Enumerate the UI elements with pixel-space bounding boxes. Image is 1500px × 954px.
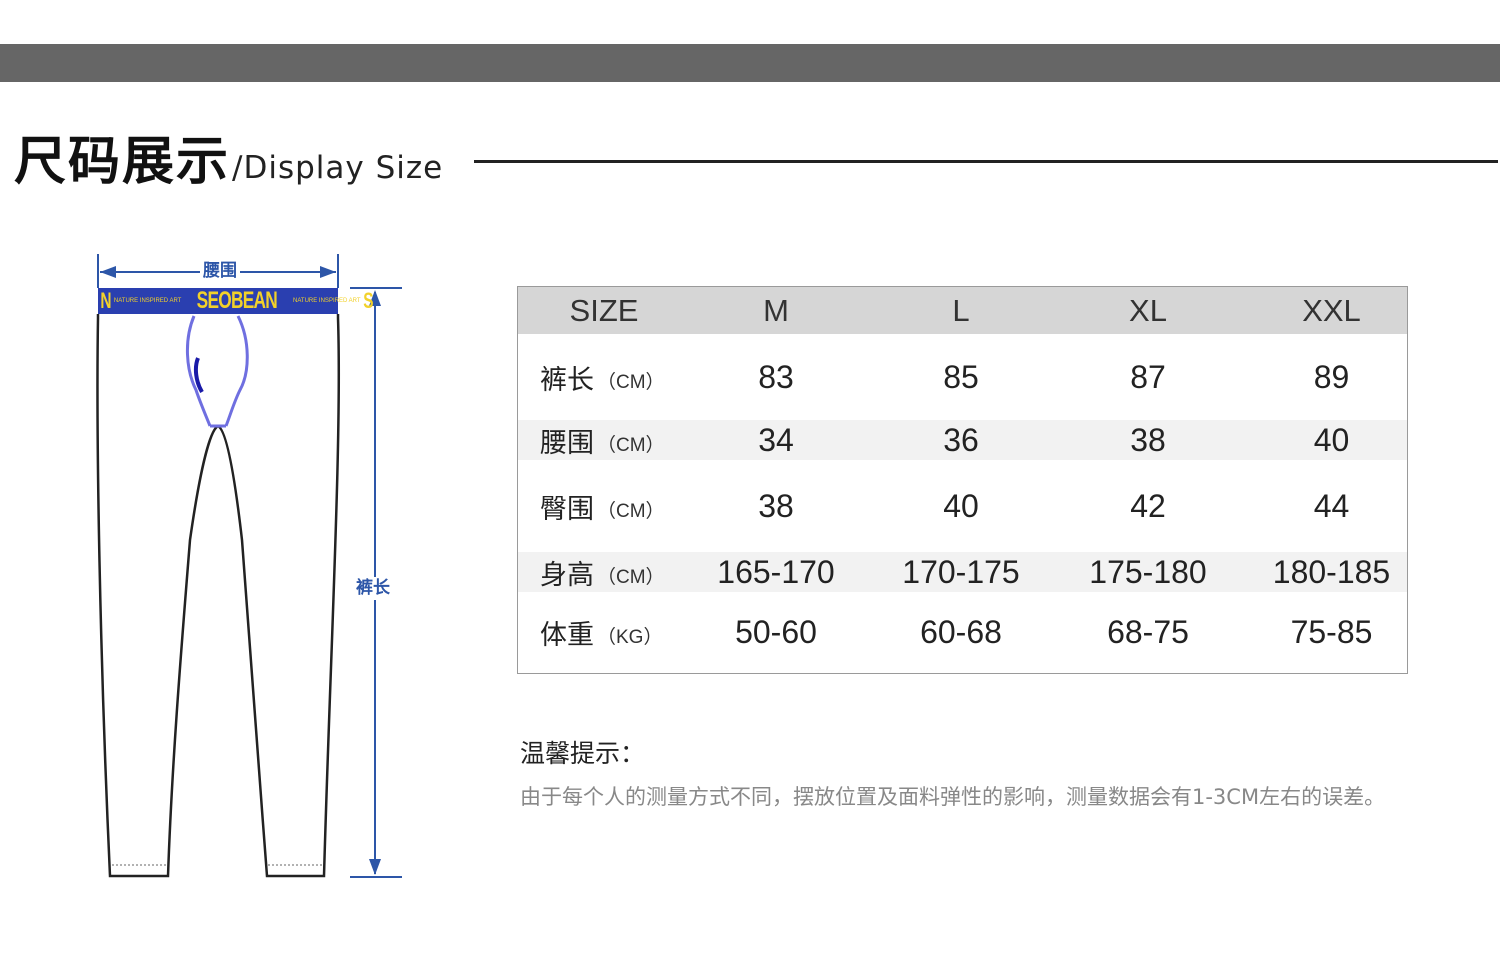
header-cell: L (952, 292, 970, 328)
waistband-tagline-left: NATURE INSPIRED ART (113, 298, 182, 304)
table-cell: 75-85 (1290, 614, 1373, 650)
table-cell: 34 (758, 421, 794, 458)
table-row: 腰围 （CM） 34 36 38 40 (518, 420, 1407, 460)
pants-illustration (96, 254, 402, 878)
row-label: 身高 （CM） (540, 559, 665, 591)
title-chinese: 尺码展示 (14, 132, 231, 192)
header-cell: M (763, 292, 789, 328)
table-cell: 170-175 (902, 553, 1020, 590)
waistband-brand: SEOBEAN (196, 287, 278, 314)
size-chart-table: SIZE M L XL XXL 裤长 （CM） 83 85 87 89 腰围 （CM… (517, 286, 1408, 674)
header-cell: SIZE (569, 292, 639, 328)
table-cell: 175-180 (1089, 553, 1207, 590)
length-dimension-label: 裤长 (356, 577, 390, 600)
table-row: 体重 （KG） 50-60 60-68 68-75 75-85 (518, 592, 1407, 673)
table-cell: 89 (1313, 358, 1350, 395)
table-row: 身高 （CM） 165-170 170-175 175-180 180-185 (518, 552, 1407, 592)
table-cell: 87 (1130, 358, 1166, 395)
table-cell: 50-60 (735, 614, 817, 650)
tips-text: 由于每个人的测量方式不同，摆放位置及面料弹性的影响，测量数据会有1-3CM左右的… (520, 785, 1386, 809)
table-row: 裤长 （CM） 83 85 87 89 (518, 334, 1407, 420)
title-divider (474, 160, 1498, 163)
waistband-right-letter: S (362, 288, 373, 313)
row-label: 臀围 （CM） (540, 493, 665, 525)
table-cell: 83 (758, 358, 794, 395)
table-cell: 68-75 (1107, 614, 1189, 650)
waist-dimension-label: 腰围 (200, 263, 240, 280)
tips-title: 温馨提示： (520, 739, 646, 768)
header-cell: XXL (1302, 292, 1361, 328)
table-cell: 38 (1130, 421, 1166, 458)
top-banner-bar (0, 44, 1500, 82)
row-label: 体重 （KG） (540, 620, 663, 651)
pants-size-diagram: N NATURE INSPIRED ART SEOBEAN NATURE INS… (60, 240, 420, 900)
table-cell: 38 (758, 487, 794, 524)
table-cell: 44 (1313, 487, 1350, 524)
table-cell: 85 (943, 358, 979, 395)
table-cell: 36 (943, 421, 979, 458)
waistband-logo: N NATURE INSPIRED ART SEOBEAN NATURE INS… (98, 287, 373, 314)
table-cell: 40 (943, 487, 979, 524)
section-title: 尺码展示 /Display Size (14, 108, 443, 188)
row-label: 腰围 （CM） (540, 427, 665, 459)
table-cell: 42 (1130, 487, 1166, 524)
table-row: 臀围 （CM） 38 40 42 44 (518, 460, 1407, 552)
title-english: /Display Size (232, 150, 444, 186)
row-label: 裤长 （CM） (540, 364, 665, 396)
table-cell: 40 (1313, 421, 1350, 458)
table-cell: 180-185 (1272, 553, 1391, 590)
waistband-left-letter: N (100, 288, 112, 313)
table-cell: 165-170 (717, 553, 835, 590)
table-header-row: SIZE M L XL XXL (518, 287, 1407, 334)
table-cell: 60-68 (920, 614, 1002, 650)
header-cell: XL (1129, 292, 1167, 328)
waistband-tagline-right: NATURE INSPIRED ART (293, 298, 361, 304)
